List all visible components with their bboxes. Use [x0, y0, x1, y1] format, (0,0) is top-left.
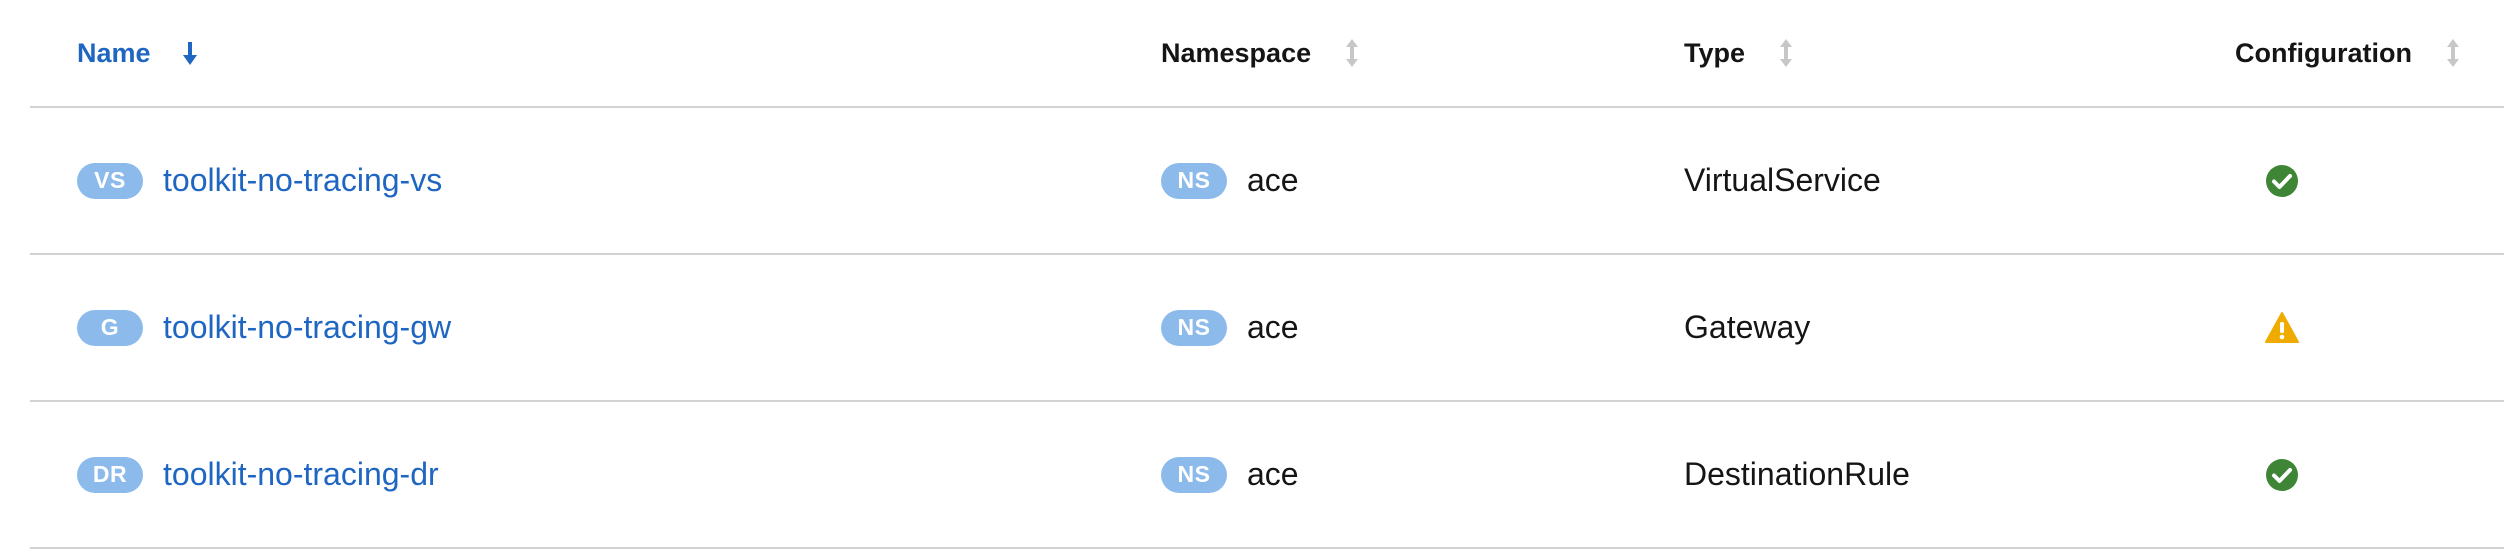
- check-circle-icon[interactable]: [2265, 458, 2299, 492]
- namespace-badge: NS: [1161, 456, 1227, 493]
- configuration-cell: [2235, 402, 2299, 547]
- column-header-label: Configuration: [2235, 37, 2412, 68]
- column-header-label: Type: [1684, 37, 1746, 68]
- sort-unsorted-icon: [2446, 38, 2460, 68]
- type-cell: DestinationRule: [1684, 402, 1910, 547]
- name-cell: G toolkit-no-tracing-gw: [77, 255, 451, 400]
- resource-name-link[interactable]: toolkit-no-tracing-vs: [163, 162, 442, 199]
- name-cell: DR toolkit-no-tracing-dr: [77, 402, 439, 547]
- type-value: Gateway: [1684, 309, 1811, 345]
- resource-type-badge: DR: [77, 456, 143, 493]
- resource-name-link[interactable]: toolkit-no-tracing-dr: [163, 456, 439, 493]
- configuration-cell: [2235, 108, 2299, 253]
- namespace-cell: NS ace: [1161, 402, 1299, 547]
- column-header-name: Name: [77, 0, 197, 106]
- name-cell: VS toolkit-no-tracing-vs: [77, 108, 442, 253]
- type-value: DestinationRule: [1684, 456, 1910, 492]
- table-header: Name Namespace Type Configuration: [30, 0, 2504, 108]
- warning-triangle-icon[interactable]: [2265, 311, 2299, 345]
- column-header-namespace: Namespace: [1161, 0, 1359, 106]
- table-row: G toolkit-no-tracing-gw NS ace Gateway: [30, 255, 2504, 402]
- table-row: VS toolkit-no-tracing-vs NS ace VirtualS…: [30, 108, 2504, 255]
- namespace-cell: NS ace: [1161, 255, 1299, 400]
- configuration-cell: [2235, 255, 2299, 400]
- namespace-cell: NS ace: [1161, 108, 1299, 253]
- namespace-value: ace: [1247, 162, 1299, 198]
- namespace-value: ace: [1247, 309, 1299, 345]
- table-row: DR toolkit-no-tracing-dr NS ace Destinat…: [30, 402, 2504, 549]
- sort-by-namespace-button[interactable]: Namespace: [1161, 38, 1359, 69]
- namespace-badge: NS: [1161, 309, 1227, 346]
- resource-name-link[interactable]: toolkit-no-tracing-gw: [163, 309, 451, 346]
- column-header-label: Namespace: [1161, 37, 1312, 68]
- sort-unsorted-icon: [1345, 38, 1359, 68]
- sort-unsorted-icon: [1779, 38, 1793, 68]
- type-value: VirtualService: [1684, 162, 1881, 198]
- column-header-configuration: Configuration: [2235, 0, 2460, 106]
- sort-by-type-button[interactable]: Type: [1684, 38, 1793, 69]
- type-cell: VirtualService: [1684, 108, 1881, 253]
- resource-type-badge: G: [77, 309, 143, 346]
- check-circle-icon[interactable]: [2265, 164, 2299, 198]
- istio-config-table: Name Namespace Type Configuration VS too…: [30, 0, 2504, 549]
- namespace-value: ace: [1247, 456, 1299, 492]
- sort-by-name-button[interactable]: Name: [77, 38, 197, 69]
- resource-type-badge: VS: [77, 162, 143, 199]
- column-header-type: Type: [1684, 0, 1793, 106]
- namespace-badge: NS: [1161, 162, 1227, 199]
- sort-by-configuration-button[interactable]: Configuration: [2235, 38, 2460, 69]
- column-header-label: Name: [77, 37, 151, 68]
- sort-descending-icon: [182, 40, 197, 66]
- type-cell: Gateway: [1684, 255, 1810, 400]
